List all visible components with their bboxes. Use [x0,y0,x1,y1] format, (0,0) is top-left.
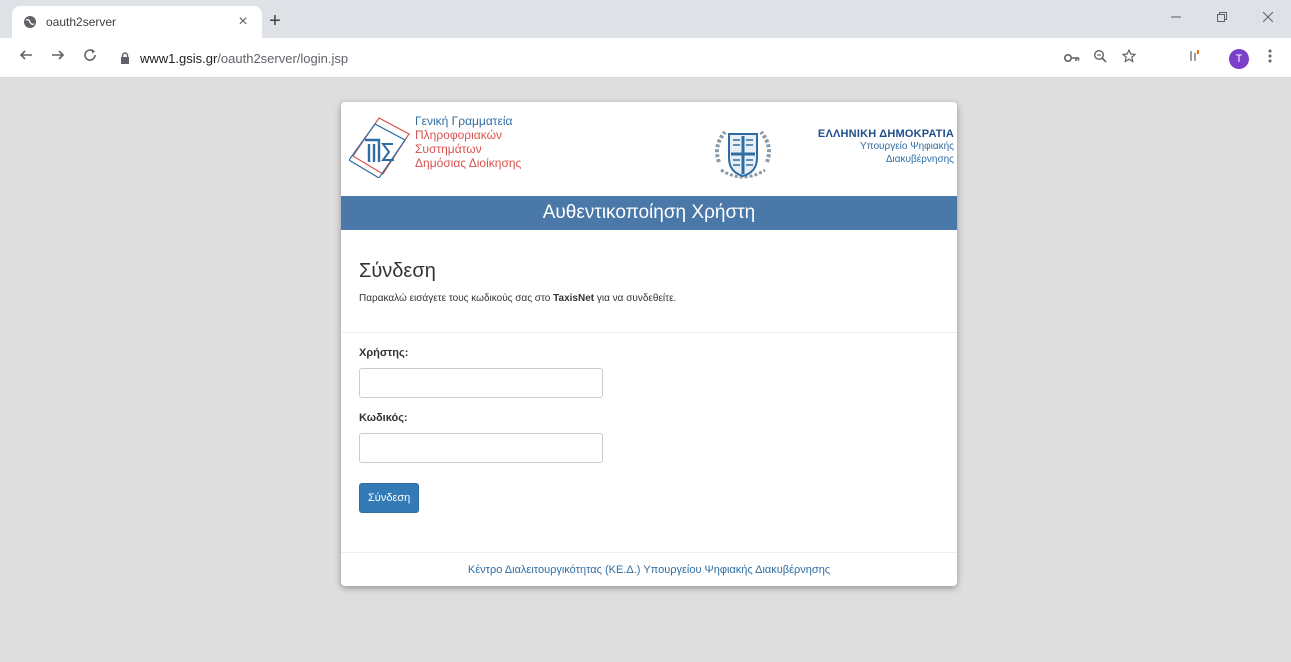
gsis-line-3: Συστημάτων [415,142,482,156]
address-bar[interactable]: www1.gsis.gr/oauth2server/login.jsp [112,44,1052,72]
url-host: www1.gsis.gr [140,50,218,66]
login-instructions: Παρακαλώ εισάγετε τους κωδικούς σας στο … [359,293,957,304]
username-label: Χρήστης: [359,347,409,359]
close-window-icon[interactable] [1245,6,1291,30]
lock-icon[interactable] [118,51,132,65]
tab-title: oauth2server [46,15,117,29]
login-button[interactable]: Σύνδεση [359,483,420,513]
zoom-icon[interactable] [1088,46,1112,70]
gsis-line-4: Δημόσιας Διοίκησης [415,156,522,170]
url-text: www1.gsis.gr/oauth2server/login.jsp [140,51,348,66]
browser-tab[interactable]: oauth2server × [12,6,262,38]
globe-icon [22,14,38,30]
gsis-name: Γενική Γραμματεία Πληροφοριακών Συστημάτ… [415,114,521,170]
gsis-line-1: Γενική Γραμματεία [415,114,513,128]
menu-kebab-icon[interactable] [1258,46,1282,70]
taxisnet-label: TaxisNet [553,293,595,304]
password-input[interactable] [359,433,603,463]
forward-icon[interactable] [46,46,70,70]
tab-close-icon[interactable]: × [234,14,252,30]
card-header: Γενική Γραμματεία Πληροφοριακών Συστημάτ… [341,102,957,196]
ministry-name: ΕΛΛΗΝΙΚΗ ΔΗΜΟΚΡΑΤΙΑ Υπουργείο Ψηφιακής Δ… [784,128,954,166]
url-path: /oauth2server/login.jsp [217,50,349,66]
login-form: Χρήστης: Κωδικός: Σύνδεση [341,333,957,513]
password-label: Κωδικός: [359,412,408,424]
minimize-icon[interactable] [1153,6,1199,30]
back-icon[interactable] [14,46,38,70]
extension-icon[interactable] [1182,46,1206,70]
key-icon[interactable] [1060,46,1084,70]
gsis-line-2: Πληροφοριακών [415,128,502,142]
auth-banner: Αυθεντικοποίηση Χρήστη [341,196,957,230]
ministry-line-1: Υπουργείο Ψηφιακής [860,141,954,152]
username-input[interactable] [359,368,603,398]
gsis-logo-icon [349,117,410,178]
new-tab-button[interactable]: + [262,9,288,35]
instructions-before: Παρακαλώ εισάγετε τους κωδικούς σας στο [359,293,554,304]
login-title: Σύνδεση [359,260,436,282]
restore-icon[interactable] [1199,6,1245,30]
footer-link[interactable]: Κέντρο Διαλειτουργικότητας (ΚΕ.Δ.) Υπουρ… [341,552,957,586]
login-card: Γενική Γραμματεία Πληροφοριακών Συστημάτ… [341,102,957,586]
ministry-line-2: Διακυβέρνησης [885,154,954,165]
login-intro: Σύνδεση Παρακαλώ εισάγετε τους κωδικούς … [341,230,957,333]
tab-strip: oauth2server × + [0,0,1291,38]
hellenic-republic-title: ΕΛΛΗΝΙΚΗ ΔΗΜΟΚΡΑΤΙΑ [817,128,954,140]
bookmark-star-icon[interactable] [1117,46,1141,70]
browser-toolbar: www1.gsis.gr/oauth2server/login.jsp [0,38,1291,78]
reload-icon[interactable] [78,46,102,70]
greek-emblem-icon [715,130,771,179]
profile-avatar[interactable]: T [1229,49,1249,69]
instructions-after: για να συνδεθείτε. [594,293,677,304]
